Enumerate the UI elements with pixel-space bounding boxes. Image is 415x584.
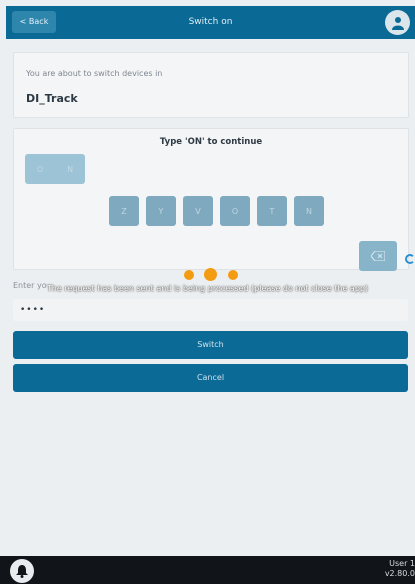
user-icon	[391, 16, 404, 30]
key-y[interactable]: Y	[146, 196, 176, 226]
backspace-icon	[371, 251, 385, 261]
key-t[interactable]: T	[257, 196, 287, 226]
pin-input[interactable]: ••••	[13, 299, 408, 321]
loading-dot-2	[204, 268, 217, 281]
app-version: v2.80.0	[384, 569, 415, 578]
letter-keys: Z Y V O T N	[109, 196, 324, 226]
switch-button[interactable]: Switch	[13, 331, 408, 359]
page-title: Switch on	[188, 17, 233, 27]
user-name: User 1	[389, 559, 415, 568]
key-z[interactable]: Z	[109, 196, 139, 226]
bell-icon	[16, 564, 28, 578]
typed-slot-1: O	[36, 164, 44, 174]
user-avatar-button[interactable]	[385, 10, 410, 35]
loading-spinner-icon	[405, 254, 415, 264]
bottom-bar: User 1 v2.80.0	[0, 556, 415, 584]
backspace-key[interactable]	[359, 241, 397, 271]
loading-dot-3	[228, 270, 238, 280]
switch-info-card: You are about to switch devices in DI_Tr…	[13, 52, 409, 118]
typed-letters: O N	[25, 154, 85, 184]
keyboard-prompt: Type 'ON' to continue	[159, 137, 263, 147]
app-screen: < Back Switch on You are about to switch…	[0, 0, 415, 584]
confirm-keyboard-card: Type 'ON' to continue O N Z Y V O T N	[13, 128, 409, 271]
top-bar: < Back Switch on	[6, 6, 415, 39]
loading-dot-1	[184, 270, 194, 280]
key-o[interactable]: O	[220, 196, 250, 226]
user-version-info: User 1 v2.80.0	[375, 559, 415, 579]
device-name: DI_Track	[26, 92, 78, 105]
typed-slot-2: N	[67, 164, 74, 174]
key-n[interactable]: N	[294, 196, 324, 226]
switch-info-message: You are about to switch devices in	[26, 69, 163, 78]
notifications-button[interactable]	[10, 559, 34, 583]
processing-message: The request has been sent and is being p…	[46, 284, 369, 293]
cancel-button[interactable]: Cancel	[13, 364, 408, 392]
key-v[interactable]: V	[183, 196, 213, 226]
